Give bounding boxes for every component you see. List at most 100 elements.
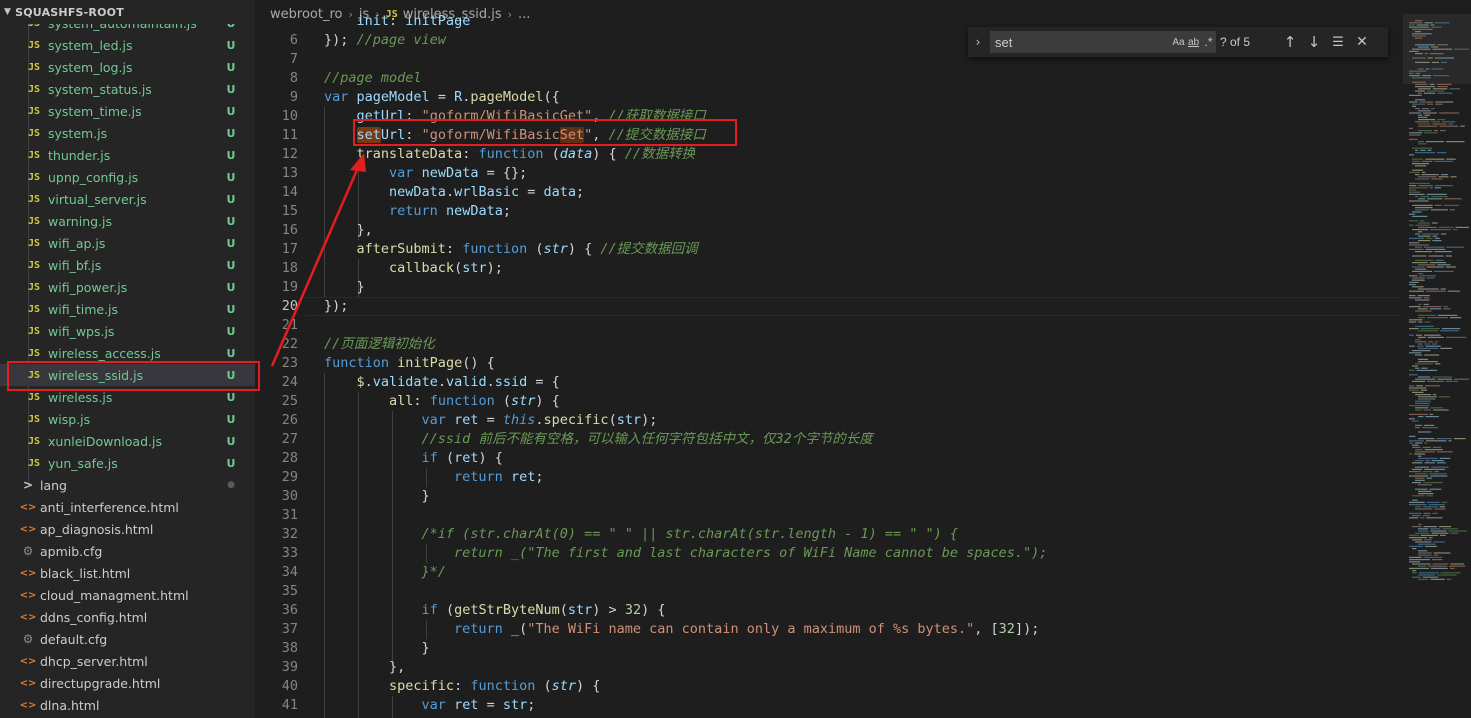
find-input-container: Aa ab .*: [990, 31, 1216, 53]
minimap-stroke: [1412, 103, 1426, 105]
minimap-stroke: [1418, 438, 1435, 440]
minimap-stroke: [1430, 475, 1448, 477]
minimap-stroke: [1424, 442, 1428, 444]
minimap-stroke: [1409, 512, 1422, 514]
file-item[interactable]: JS wisp.js U: [0, 408, 255, 430]
file-item[interactable]: JS yun_safe.js U: [0, 452, 255, 474]
minimap-stroke: [1409, 440, 1424, 442]
minimap-stroke: [1409, 413, 1428, 415]
minimap-stroke: [1424, 354, 1440, 356]
git-status-badge: U: [226, 60, 236, 74]
file-item[interactable]: JS wifi_time.js U: [0, 298, 255, 320]
file-item[interactable]: ⚙ apmib.cfg: [0, 540, 255, 562]
minimap-stroke: [1415, 402, 1430, 404]
vertical-scrollbar[interactable]: [1457, 0, 1471, 718]
minimap-stroke: [1409, 334, 1414, 336]
minimap-stroke: [1415, 121, 1429, 123]
minimap-stroke: [1409, 556, 1422, 558]
file-item[interactable]: JS system_log.js U: [0, 56, 255, 78]
minimap-stroke: [1434, 160, 1453, 162]
minimap-stroke: [1409, 200, 1429, 202]
toggle-replace-chevron-icon[interactable]: ›: [968, 35, 988, 49]
file-item[interactable]: JS system_status.js U: [0, 78, 255, 100]
file-label: cloud_managment.html: [40, 587, 189, 603]
minimap-stroke: [1437, 92, 1453, 94]
next-match-arrow-down-icon[interactable]: ↓: [1302, 33, 1326, 51]
file-item[interactable]: JS wifi_wps.js U: [0, 320, 255, 342]
minimap-stroke: [1435, 103, 1443, 105]
file-item[interactable]: JS virtual_server.js U: [0, 188, 255, 210]
minimap-stroke: [1409, 185, 1417, 187]
file-item[interactable]: <> dhcp_server.html: [0, 650, 255, 672]
folder-item[interactable]: > lang ●: [0, 474, 255, 496]
js-file-icon: JS: [27, 457, 41, 469]
minimap-stroke: [1418, 119, 1436, 121]
minimap-stroke: [1418, 398, 1436, 400]
minimap-stroke: [1421, 367, 1428, 369]
minimap-stroke: [1435, 101, 1454, 103]
file-item[interactable]: JS upnp_config.js U: [0, 166, 255, 188]
file-item[interactable]: JS wifi_ap.js U: [0, 232, 255, 254]
minimap-stroke: [1438, 226, 1454, 228]
file-item[interactable]: JS xunleiDownload.js U: [0, 430, 255, 452]
minimap-stroke: [1434, 251, 1452, 253]
minimap-stroke: [1438, 396, 1451, 398]
minimap-stroke: [1409, 220, 1418, 222]
minimap-stroke: [1428, 537, 1433, 539]
file-item[interactable]: ⚙ default.cfg: [0, 628, 255, 650]
explorer-header[interactable]: ▼ SQUASHFS-ROOT: [0, 0, 255, 24]
minimap-stroke: [1415, 149, 1419, 151]
file-item[interactable]: <> ddns_config.html: [0, 606, 255, 628]
minimap-stroke: [1429, 308, 1442, 310]
minimap-stroke: [1434, 185, 1453, 187]
gear-icon: ⚙: [22, 632, 34, 646]
minimap-stroke: [1424, 449, 1443, 451]
match-whole-word-button[interactable]: ab: [1186, 37, 1201, 48]
minimap-stroke: [1424, 114, 1430, 116]
file-item[interactable]: <> dlna.html: [0, 694, 255, 716]
minimap-stroke: [1415, 196, 1419, 198]
file-item[interactable]: JS system.js U: [0, 122, 255, 144]
minimap-stroke: [1430, 209, 1448, 211]
file-item[interactable]: JS warning.js U: [0, 210, 255, 232]
find-in-selection-icon[interactable]: ☰: [1326, 35, 1350, 50]
regex-button[interactable]: .*: [1201, 35, 1216, 49]
line-number: 26: [281, 412, 298, 428]
file-item[interactable]: <> anti_interference.html: [0, 496, 255, 518]
file-item[interactable]: JS thunder.js U: [0, 144, 255, 166]
minimap-stroke: [1426, 501, 1440, 503]
file-label: system_led.js: [48, 37, 133, 53]
minimap-stroke: [1412, 158, 1424, 160]
file-item[interactable]: JS system_time.js U: [0, 100, 255, 122]
file-item[interactable]: JS system_led.js U: [0, 34, 255, 56]
file-item[interactable]: <> directupgrade.html: [0, 672, 255, 694]
minimap-stroke: [1434, 130, 1439, 132]
find-input[interactable]: [995, 34, 1171, 50]
git-status-badge: U: [226, 302, 236, 316]
line-number: 12: [281, 146, 298, 162]
minimap-stroke: [1429, 262, 1447, 264]
file-item[interactable]: JS wifi_bf.js U: [0, 254, 255, 276]
minimap-stroke: [1415, 427, 1421, 429]
html-file-icon: <>: [19, 611, 37, 623]
minimap-stroke: [1415, 268, 1427, 270]
minimap-stroke: [1412, 539, 1423, 541]
minimap-stroke: [1409, 385, 1415, 387]
code-line-33: return _("The first and last characters …: [324, 545, 1048, 561]
file-item[interactable]: <> ap_diagnosis.html: [0, 518, 255, 540]
git-status-badge: U: [226, 258, 236, 272]
minimap-stroke: [1423, 556, 1443, 558]
close-icon[interactable]: ✕: [1350, 34, 1374, 50]
minimap-stroke: [1419, 275, 1436, 277]
previous-match-arrow-up-icon[interactable]: ↑: [1278, 33, 1302, 51]
minimap-stroke: [1418, 343, 1423, 345]
code-line-24: $.validate.valid.ssid = {: [356, 374, 560, 390]
minimap-stroke: [1439, 534, 1446, 536]
file-item[interactable]: <> cloud_managment.html: [0, 584, 255, 606]
minimap-stroke: [1436, 152, 1447, 154]
file-item[interactable]: <> black_list.html: [0, 562, 255, 584]
line-number: 30: [281, 488, 298, 504]
code-editor[interactable]: init: initPage }); //page view //page mo…: [324, 0, 1404, 718]
file-item[interactable]: JS wifi_power.js U: [0, 276, 255, 298]
match-case-button[interactable]: Aa: [1171, 37, 1186, 48]
